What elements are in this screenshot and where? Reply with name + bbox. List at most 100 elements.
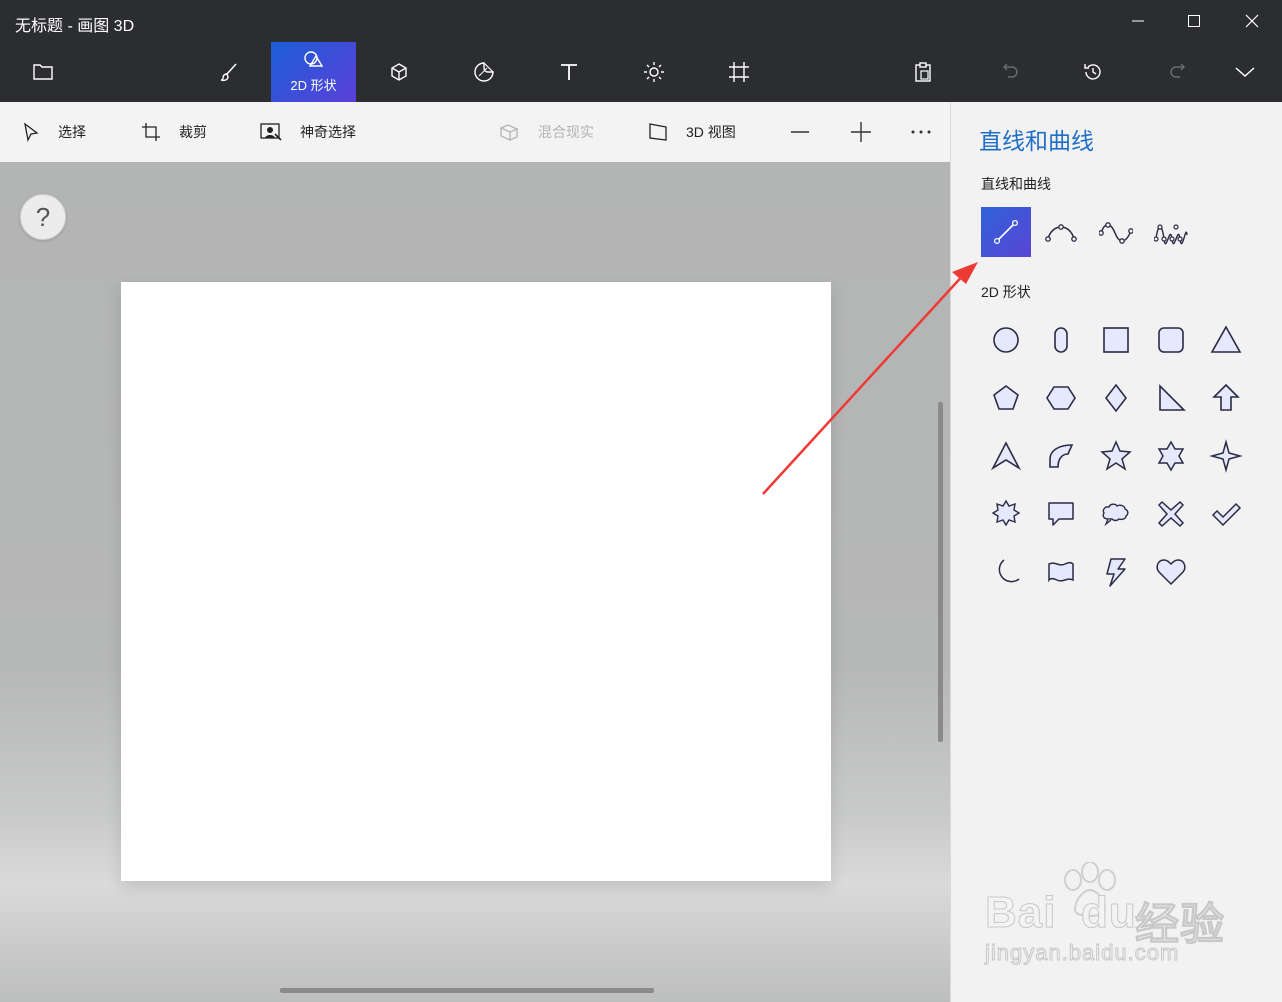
more-icon (911, 130, 931, 134)
vertical-scrollbar[interactable] (938, 402, 943, 742)
folder-icon (33, 64, 53, 80)
history-button[interactable] (1050, 42, 1136, 102)
mixed-reality-label: 混合现实 (538, 124, 594, 140)
tab-3d-shapes[interactable] (356, 42, 442, 102)
mixed-reality-button[interactable]: 混合现实 (498, 102, 594, 162)
magic-select-button[interactable]: 神奇选择 (260, 102, 356, 162)
curve-icon (1045, 224, 1077, 242)
rounded-square-button[interactable] (1146, 315, 1196, 365)
zoom-out-button[interactable] (789, 102, 811, 162)
diamond-button[interactable] (1091, 373, 1141, 423)
view-3d-icon (649, 123, 667, 141)
speech-bubble-button[interactable] (1036, 489, 1086, 539)
cube-icon (391, 63, 407, 81)
moon-icon (998, 559, 1020, 583)
maximize-button[interactable] (1166, 0, 1222, 42)
thought-bubble-button[interactable] (1091, 489, 1141, 539)
undo-icon (1003, 63, 1018, 78)
star-5-icon (1100, 440, 1132, 471)
diamond-icon (1104, 383, 1128, 413)
brush-icon (220, 63, 237, 82)
maximize-icon (1188, 15, 1200, 27)
square-button[interactable] (1091, 315, 1141, 365)
thought-bubble-icon (1102, 503, 1129, 527)
view-3d-button[interactable]: 3D 视图 (648, 102, 736, 162)
toolbar: 选择 裁剪 神奇选择 混合现实 3D 视图 (0, 102, 950, 162)
moon-button[interactable] (981, 547, 1031, 597)
s-curve-icon (1099, 222, 1133, 244)
lightning-icon (1106, 558, 1126, 587)
canvas[interactable] (121, 282, 831, 881)
undo-button[interactable] (966, 42, 1052, 102)
checkmark-button[interactable] (1201, 489, 1251, 539)
quarter-circle-button[interactable] (1036, 431, 1086, 481)
s-curve-button[interactable] (1091, 207, 1141, 257)
redo-icon (1170, 63, 1185, 78)
cross-button[interactable] (1146, 489, 1196, 539)
multi-curve-button[interactable] (1146, 207, 1196, 257)
multi-curve-icon (1154, 224, 1188, 245)
banner-button[interactable] (1036, 547, 1086, 597)
help-button[interactable]: ? (20, 194, 66, 240)
capsule-icon (1054, 327, 1068, 353)
crop-icon (142, 123, 160, 141)
horizontal-scrollbar[interactable] (280, 988, 654, 993)
pentagon-icon (993, 385, 1019, 410)
select-label: 选择 (58, 124, 86, 140)
plus-icon (851, 122, 871, 142)
triangle-button[interactable] (1201, 315, 1251, 365)
tab-effects[interactable] (611, 42, 697, 102)
tab-brushes[interactable] (186, 42, 272, 102)
pentagon-button[interactable] (981, 373, 1031, 423)
cursor-icon (24, 122, 39, 142)
window-title: 无标题 - 画图 3D (15, 18, 135, 35)
expand-button[interactable] (1208, 42, 1282, 102)
tab-canvas[interactable] (696, 42, 782, 102)
tab-2d-shapes[interactable]: 2D 形状 (271, 42, 356, 102)
minimize-icon (1132, 20, 1144, 22)
panel-title: 直线和曲线 (979, 128, 1094, 154)
close-button[interactable] (1224, 0, 1280, 42)
paste-icon (915, 62, 931, 82)
capsule-button[interactable] (1036, 315, 1086, 365)
select-button[interactable]: 选择 (22, 102, 86, 162)
arrowhead-button[interactable] (981, 431, 1031, 481)
close-icon (1245, 14, 1259, 28)
menu-button[interactable] (0, 42, 86, 102)
zoom-in-button[interactable] (850, 102, 872, 162)
circle-button[interactable] (981, 315, 1031, 365)
star-4-button[interactable] (1201, 431, 1251, 481)
burst-button[interactable] (981, 489, 1031, 539)
arrow-up-button[interactable] (1201, 373, 1251, 423)
paste-button[interactable] (880, 42, 966, 102)
curve-button[interactable] (1036, 207, 1086, 257)
tab-2d-shapes-label: 2D 形状 (290, 78, 337, 93)
crop-label: 裁剪 (179, 124, 207, 140)
hexagon-button[interactable] (1036, 373, 1086, 423)
cross-icon (1157, 500, 1185, 528)
right-triangle-button[interactable] (1146, 373, 1196, 423)
line-button[interactable] (981, 207, 1031, 257)
lines-section-label: 直线和曲线 (981, 176, 1051, 192)
right-triangle-icon (1159, 384, 1186, 411)
view-3d-label: 3D 视图 (686, 124, 736, 140)
ribbon: 2D 形状 (0, 42, 1282, 102)
checkmark-icon (1211, 502, 1242, 527)
star-6-button[interactable] (1146, 431, 1196, 481)
crop-button[interactable]: 裁剪 (141, 102, 207, 162)
arrowhead-icon (990, 441, 1022, 471)
more-button[interactable] (910, 102, 932, 162)
tab-stickers[interactable] (441, 42, 527, 102)
history-icon (1084, 64, 1101, 80)
star-5-button[interactable] (1091, 431, 1141, 481)
shapes-section-label: 2D 形状 (981, 284, 1031, 300)
arrow-up-icon (1212, 383, 1240, 411)
expand-icon (1235, 67, 1255, 78)
shapes-panel: 直线和曲线 直线和曲线 2D 形状 (950, 102, 1282, 1002)
banner-icon (1048, 561, 1074, 583)
minimize-button[interactable] (1110, 0, 1166, 42)
heart-button[interactable] (1146, 547, 1196, 597)
tab-text[interactable] (526, 42, 612, 102)
lightning-button[interactable] (1091, 547, 1141, 597)
star-4-icon (1209, 439, 1243, 473)
